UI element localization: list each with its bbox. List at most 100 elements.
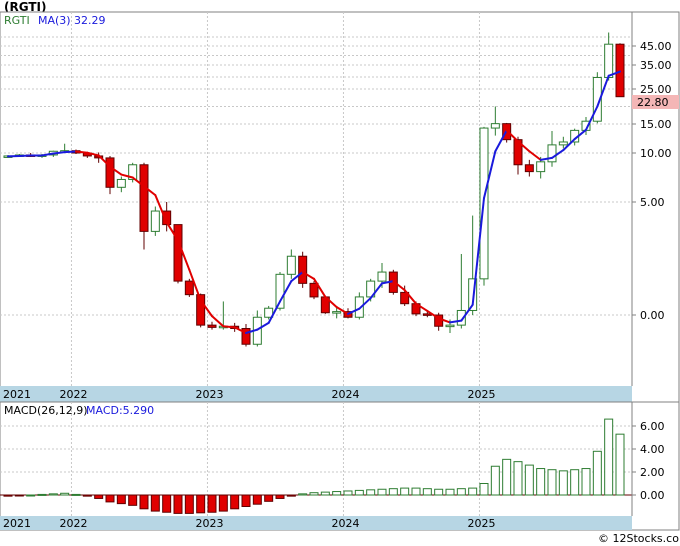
ma3-segment	[75, 150, 89, 154]
macd-bar	[320, 491, 330, 496]
candle-body	[604, 43, 614, 78]
candle-body	[445, 324, 455, 328]
price-x-tick-label: 2021	[3, 388, 31, 401]
macd-bar	[309, 492, 319, 496]
macd-bar	[207, 494, 217, 513]
macd-bar	[422, 488, 432, 496]
price-y-tick-label: 25.00	[640, 83, 672, 96]
macd-bar	[536, 468, 546, 496]
last-price-label: 22.80	[637, 96, 669, 109]
candle-body	[173, 224, 183, 282]
macd-bar	[173, 494, 183, 514]
macd-x-tick-label: 2025	[467, 517, 495, 530]
price-x-tick-label: 2025	[467, 388, 495, 401]
macd-bar	[26, 494, 36, 497]
macd-bar	[241, 494, 251, 507]
macd-bar	[298, 493, 308, 496]
legend-ticker: RGTI	[4, 14, 30, 27]
macd-panel-frame	[0, 401, 680, 531]
candle-body	[558, 141, 568, 146]
candle-body	[332, 311, 342, 314]
macd-bar	[411, 487, 421, 496]
price-legend: RGTI MA(3) 32.29	[4, 14, 106, 27]
ma3-segment	[63, 150, 77, 154]
macd-bar	[490, 465, 500, 496]
price-panel-frame	[0, 11, 680, 403]
macd-x-tick-label: 2022	[59, 517, 87, 530]
candle-body	[615, 43, 625, 98]
price-y-tick-label: 5.00	[640, 196, 665, 209]
macd-bar	[388, 488, 398, 496]
watermark: © 12Stocks.com	[598, 532, 680, 545]
macd-y-tick-label: 0.00	[640, 489, 665, 502]
macd-bar	[479, 483, 489, 496]
macd-bar	[502, 458, 512, 496]
macd-bar	[286, 494, 296, 497]
macd-panel: 6.00 4.00 2.00 0.00 2021 2022 2023 2024 2025 MA…	[0, 401, 680, 531]
macd-bar	[105, 494, 115, 503]
macd-bar	[14, 494, 24, 497]
candle-body	[490, 123, 500, 129]
candle-body	[309, 282, 319, 298]
legend-ma-value: 32.29	[74, 14, 106, 27]
macd-bar	[82, 494, 92, 497]
macd-bar	[48, 493, 58, 496]
macd-bar	[604, 418, 614, 496]
macd-x-axis-strip	[0, 516, 632, 530]
chart-canvas: (RGTI) 45.0035.0025.0015.0010.005.000.00…	[0, 0, 680, 545]
macd-bar	[400, 487, 410, 496]
macd-bar	[592, 450, 602, 496]
legend-ma-label: MA(3)	[38, 14, 71, 27]
macd-bar	[366, 489, 376, 496]
candle-body	[524, 164, 534, 173]
macd-bar	[377, 488, 387, 496]
candle-body	[116, 178, 126, 188]
macd-y-tick-label: 6.00	[640, 420, 665, 433]
candle-body	[536, 161, 546, 173]
macd-bar	[513, 461, 523, 496]
macd-bar	[570, 469, 580, 496]
macd-bar	[434, 488, 444, 496]
candle-body	[298, 255, 308, 284]
candle-body	[286, 255, 296, 275]
macd-y-tick-label: 2.00	[640, 466, 665, 479]
macd-bar	[184, 494, 194, 514]
macd-bar	[468, 487, 478, 496]
macd-bar	[37, 493, 47, 496]
macd-bar	[252, 494, 262, 505]
candle-body	[422, 313, 432, 316]
macd-bar	[456, 488, 466, 496]
ma3-segment	[222, 325, 236, 329]
macd-x-tick-label: 2024	[331, 517, 359, 530]
macd-bar	[71, 493, 81, 496]
price-x-tick-label: 2022	[59, 388, 87, 401]
price-panel: 45.00 35.00 25.00 15.00 10.00 5.00 0.00 2021 20…	[0, 11, 680, 403]
macd-bar	[547, 469, 557, 496]
price-x-tick-label: 2023	[195, 388, 223, 401]
macd-bar	[524, 464, 534, 496]
price-y-tick-label: 15.00	[640, 118, 672, 131]
candle-body	[207, 324, 217, 328]
macd-bar	[162, 494, 172, 513]
candle-body	[139, 164, 149, 232]
macd-bar	[275, 494, 285, 499]
macd-bar	[3, 494, 13, 497]
price-y-tick-label: 45.00	[640, 40, 672, 53]
macd-bar	[264, 494, 274, 502]
price-y-tick-label: 0.00	[640, 309, 665, 322]
candle-body	[377, 271, 387, 282]
macd-bar	[343, 490, 353, 496]
macd-bar	[116, 494, 126, 505]
macd-bar	[128, 494, 138, 506]
price-x-axis-strip	[0, 386, 632, 402]
macd-bar	[230, 494, 240, 510]
macd-bar	[60, 492, 70, 496]
macd-bar	[196, 494, 206, 514]
macd-bar	[615, 433, 625, 496]
price-y-tick-label: 35.00	[640, 59, 672, 72]
macd-x-tick-label: 2021	[3, 517, 31, 530]
macd-legend-value: MACD:5.290	[86, 404, 154, 417]
macd-bar	[558, 470, 568, 496]
candle-body	[105, 157, 115, 188]
macd-bar	[581, 468, 591, 496]
